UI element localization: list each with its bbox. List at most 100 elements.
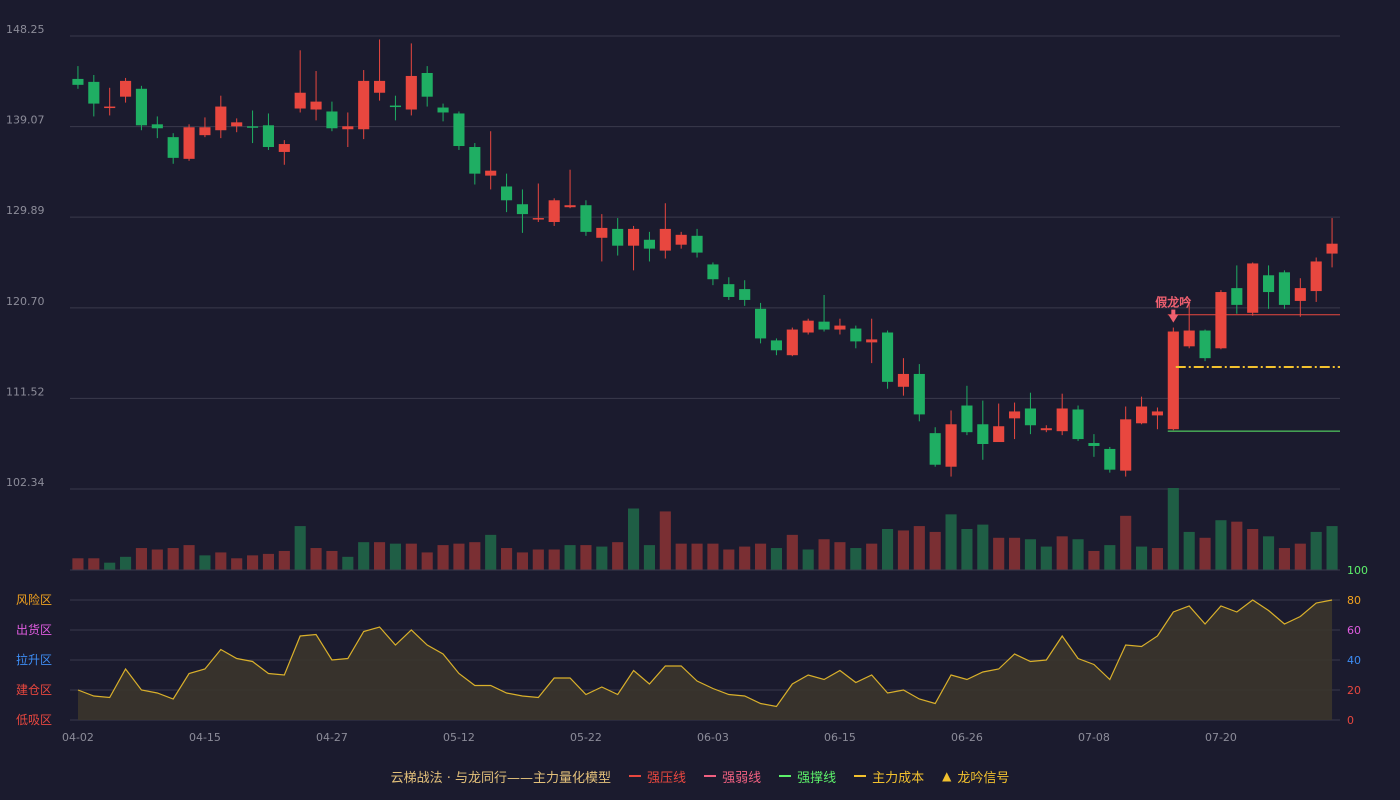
volume-bar bbox=[120, 556, 132, 570]
volume-bar bbox=[421, 552, 433, 570]
volume-bar bbox=[405, 543, 417, 570]
legend-solid-red-icon bbox=[629, 775, 642, 777]
volume-bar bbox=[834, 542, 846, 570]
candle-body bbox=[834, 325, 846, 330]
volume-bar bbox=[485, 534, 497, 570]
candle-body bbox=[1231, 288, 1243, 305]
price-tick-label: 148.25 bbox=[6, 23, 45, 36]
legend-item-support[interactable]: 强撑线 bbox=[779, 767, 836, 786]
volume-bar bbox=[262, 553, 274, 570]
volume-bar bbox=[278, 550, 290, 570]
volume-bar bbox=[1310, 531, 1322, 570]
indicator-tick-label: 60 bbox=[1347, 624, 1361, 637]
volume-bar bbox=[643, 545, 655, 570]
price-tick-label: 120.70 bbox=[6, 295, 45, 308]
candle-body bbox=[135, 88, 147, 126]
volume-bar bbox=[628, 508, 640, 570]
candle-body bbox=[1136, 406, 1148, 424]
date-tick-label: 06-26 bbox=[951, 731, 983, 744]
volume-bar bbox=[1120, 515, 1132, 570]
triangle-icon: ▲ bbox=[942, 769, 952, 783]
candle-body bbox=[882, 332, 894, 382]
volume-bar bbox=[358, 542, 370, 570]
candle-body bbox=[612, 228, 624, 246]
legend-item-strong-pressure[interactable]: 强压线 bbox=[629, 767, 686, 786]
candle-body bbox=[707, 264, 719, 280]
volume-bar bbox=[882, 529, 894, 570]
legend-label: 龙吟信号 bbox=[957, 770, 1010, 786]
legend-label: 强弱线 bbox=[722, 770, 762, 786]
legend-item-cost[interactable]: 主力成本 bbox=[854, 767, 924, 786]
candle-body bbox=[72, 78, 84, 85]
candle-body bbox=[1215, 292, 1227, 349]
volume-bar bbox=[389, 543, 401, 570]
volume-bar bbox=[850, 548, 862, 570]
volume-bar bbox=[374, 542, 386, 570]
candle-body bbox=[818, 321, 830, 330]
volume-bar bbox=[247, 555, 259, 570]
candle-body bbox=[199, 127, 211, 136]
candle-body bbox=[88, 81, 100, 104]
volume-bar bbox=[659, 511, 671, 570]
candle-body bbox=[1247, 263, 1259, 313]
indicator-zone-label: 建仓区 bbox=[16, 683, 52, 697]
candle-body bbox=[342, 126, 354, 130]
candle-body bbox=[167, 137, 179, 158]
volume-bar bbox=[1199, 537, 1211, 570]
candle-body bbox=[1120, 419, 1132, 471]
legend-item-signal[interactable]: ▲ 龙吟信号 bbox=[942, 767, 1009, 786]
candle-body bbox=[866, 339, 878, 343]
volume-bar bbox=[945, 514, 957, 570]
date-tick-label: 06-15 bbox=[824, 731, 856, 744]
volume-bar bbox=[802, 549, 814, 570]
volume-bar bbox=[1151, 548, 1163, 570]
volume-bar bbox=[1088, 550, 1100, 570]
volume-bar bbox=[183, 545, 195, 570]
candle-body bbox=[421, 73, 433, 97]
volume-bar bbox=[612, 542, 624, 570]
candle-body bbox=[374, 80, 386, 93]
volume-bar bbox=[294, 526, 306, 570]
candle-body bbox=[1199, 330, 1211, 359]
volume-bar bbox=[580, 545, 592, 570]
candle-body bbox=[231, 122, 243, 127]
volume-bar bbox=[786, 534, 798, 570]
chart-root: 148.25 139.07 129.89 120.70 111.52 102.34 假龙吟 1… bbox=[0, 0, 1400, 800]
volume-bar bbox=[818, 539, 830, 570]
volume-bar bbox=[1294, 543, 1306, 570]
candle-body bbox=[1326, 243, 1338, 254]
date-tick-label: 04-27 bbox=[316, 731, 348, 744]
candle-body bbox=[1040, 428, 1052, 431]
price-tick-label: 139.07 bbox=[6, 114, 45, 127]
candle-body bbox=[262, 125, 274, 148]
candle-body bbox=[501, 186, 513, 201]
volume-bar bbox=[1104, 545, 1116, 570]
legend-item-weak-line[interactable]: 强弱线 bbox=[704, 767, 761, 786]
volume-bar bbox=[199, 555, 211, 570]
volume-bar bbox=[516, 552, 528, 570]
volume-bar bbox=[977, 524, 989, 570]
indicator-zone-label: 风险区 bbox=[16, 592, 52, 607]
volume-bar bbox=[532, 549, 544, 570]
date-tick-label: 05-22 bbox=[570, 731, 602, 744]
price-tick-label: 111.52 bbox=[6, 385, 45, 398]
candle-body bbox=[310, 101, 322, 110]
candle-body bbox=[564, 205, 576, 208]
candle-body bbox=[1263, 275, 1275, 293]
volume-bar bbox=[1167, 488, 1179, 570]
candle-body bbox=[1104, 448, 1116, 470]
volume-bar bbox=[1215, 520, 1227, 570]
date-tick-label: 07-08 bbox=[1078, 731, 1110, 744]
volume-bar bbox=[691, 543, 703, 570]
candle-body bbox=[850, 328, 862, 342]
volume-bar bbox=[215, 552, 227, 570]
volume-bar bbox=[453, 543, 465, 570]
volume-bar bbox=[1278, 548, 1290, 570]
volume-bar bbox=[739, 546, 751, 570]
indicator-tick-label: 100 bbox=[1347, 564, 1368, 577]
volume-bar bbox=[1072, 539, 1084, 570]
volume-bar bbox=[548, 549, 560, 570]
candle-body bbox=[1009, 411, 1021, 419]
volume-bar bbox=[866, 543, 878, 570]
candle-body bbox=[389, 105, 401, 108]
